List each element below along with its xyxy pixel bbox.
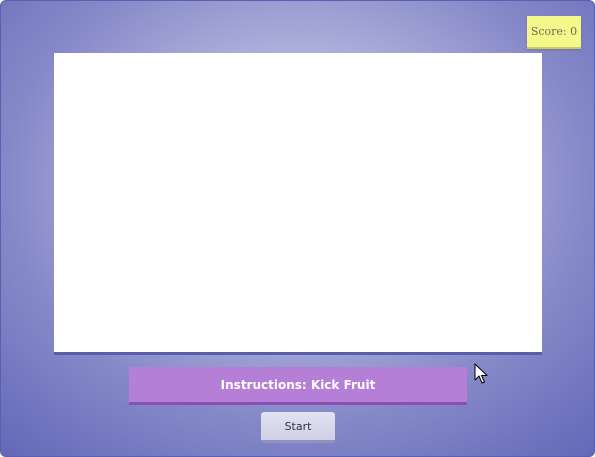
start-button-label: Start <box>284 419 312 433</box>
score-text: Score: 0 <box>530 25 578 38</box>
score-badge: Score: 0 <box>527 16 581 49</box>
game-frame: Score: 0 Instructions: Kick Fruit Start <box>0 0 595 457</box>
instructions-text: Instructions: Kick Fruit <box>220 377 376 392</box>
game-canvas[interactable] <box>54 53 542 355</box>
mouse-pointer-icon <box>474 363 488 384</box>
instructions-bar: Instructions: Kick Fruit <box>129 367 467 405</box>
start-button[interactable]: Start <box>261 412 335 443</box>
